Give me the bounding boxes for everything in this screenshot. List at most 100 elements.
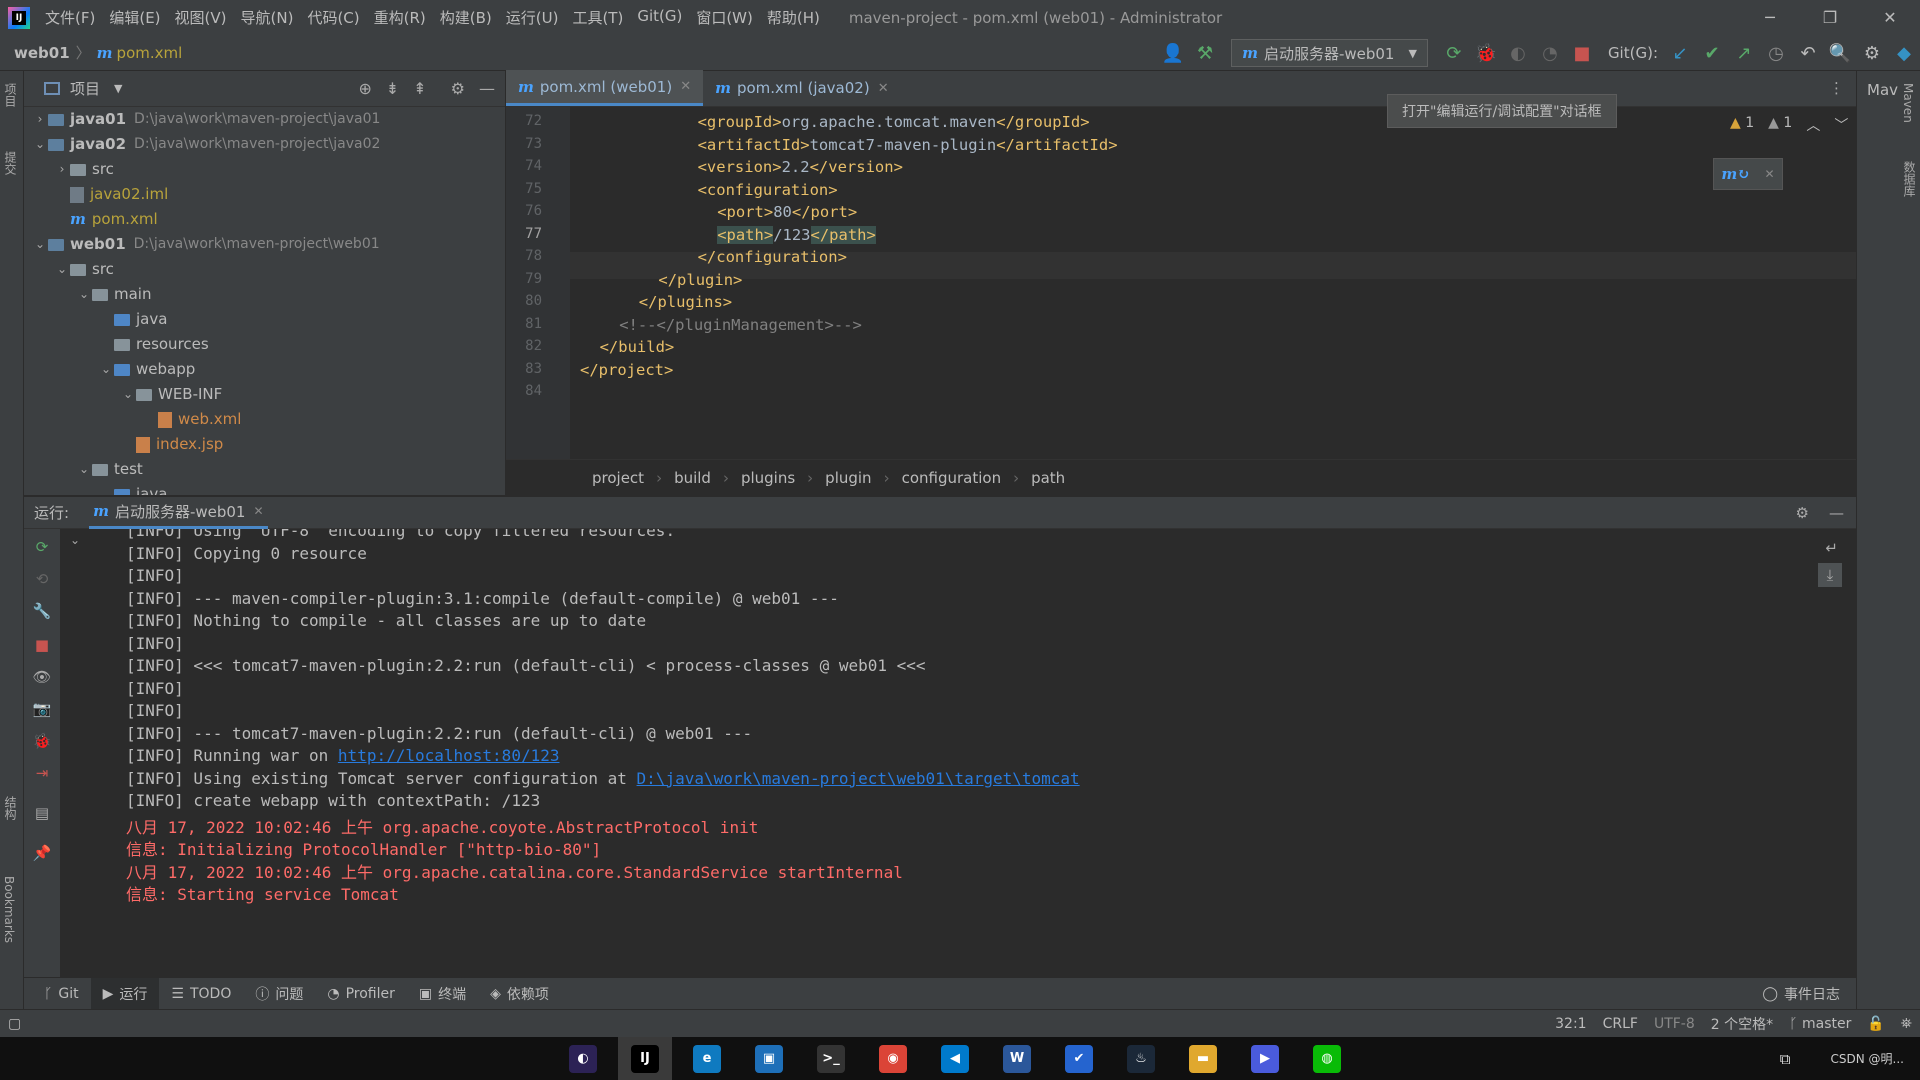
git-rollback-icon[interactable]: ↶: [1792, 35, 1824, 71]
tree-item[interactable]: resources: [24, 332, 505, 357]
maven-reload-icon[interactable]: m↻: [1721, 165, 1749, 183]
tool-window-button[interactable]: ᚴ Git: [32, 978, 91, 1010]
minimize-icon[interactable]: ─: [1740, 8, 1800, 27]
indent-setting[interactable]: 2 个空格*: [1703, 1014, 1781, 1034]
breadcrumb-item[interactable]: plugin: [825, 469, 871, 487]
rerun-icon[interactable]: ⟳: [1438, 35, 1470, 71]
tool-structure[interactable]: 结构: [2, 796, 19, 820]
project-panel-title[interactable]: 项目: [70, 78, 100, 99]
close-tab-icon[interactable]: ✕: [878, 81, 889, 96]
maven-reload-popup[interactable]: m↻ ✕: [1713, 158, 1783, 190]
breadcrumb-item[interactable]: path: [1031, 469, 1065, 487]
console-link[interactable]: D:\java\work\maven-project\web01\target\…: [637, 769, 1080, 788]
hide-panel-icon[interactable]: —: [1829, 504, 1844, 522]
menu-item[interactable]: 代码(C): [300, 7, 366, 28]
taskbar-app-terminal[interactable]: >_: [804, 1037, 858, 1080]
tool-project[interactable]: 项目: [2, 83, 19, 107]
build-hammer-icon[interactable]: ⚒: [1189, 35, 1221, 71]
chevron-down-icon[interactable]: ⌄: [32, 232, 48, 257]
tree-item[interactable]: › java01 D:\java\work\maven-project\java01: [24, 107, 505, 132]
task-view-icon[interactable]: ⧉: [1780, 1050, 1791, 1068]
tool-window-button[interactable]: ⓘ 问题: [243, 978, 315, 1010]
scroll-to-end-icon[interactable]: ⤓: [1818, 563, 1842, 587]
taskbar-app-word[interactable]: W: [990, 1037, 1044, 1080]
taskbar-app-steam[interactable]: ♨: [1114, 1037, 1168, 1080]
tree-item[interactable]: ⌄ web01 D:\java\work\maven-project\web01: [24, 232, 505, 257]
taskbar-app-intellij[interactable]: IJ: [618, 1037, 672, 1080]
file-encoding[interactable]: UTF-8: [1646, 1016, 1703, 1032]
tool-window-button[interactable]: ☰ TODO: [159, 978, 243, 1010]
lock-icon[interactable]: 🔓: [1859, 1016, 1892, 1032]
run-config-selector[interactable]: m 启动服务器-web01 ▼: [1231, 39, 1428, 67]
taskbar-app-media[interactable]: ▶: [1238, 1037, 1292, 1080]
debug-bug-icon[interactable]: 🐞: [1470, 35, 1502, 71]
more-options-icon[interactable]: ⋮: [1829, 79, 1844, 97]
chevron-right-icon[interactable]: ›: [54, 157, 70, 182]
tree-item[interactable]: ⌄ src: [24, 257, 505, 282]
run-tab[interactable]: m 启动服务器-web01 ✕: [89, 497, 268, 529]
close-tab-icon[interactable]: ✕: [680, 79, 691, 94]
close-window-icon[interactable]: ✕: [1860, 8, 1920, 27]
menu-item[interactable]: 视图(V): [168, 7, 234, 28]
tree-item[interactable]: ⌄ WEB-INF: [24, 382, 505, 407]
gear-icon[interactable]: ⚙: [451, 79, 465, 98]
tool-window-button[interactable]: ▶ 运行: [90, 977, 160, 1010]
settings-gear-icon[interactable]: ⚙: [1856, 35, 1888, 71]
taskbar-app-sandbox[interactable]: ▣: [742, 1037, 796, 1080]
hide-panel-icon[interactable]: —: [479, 79, 495, 98]
close-icon[interactable]: ✕: [1765, 167, 1775, 181]
chevron-down-icon[interactable]: ▼: [114, 82, 122, 95]
tree-item[interactable]: java: [24, 307, 505, 332]
git-history-icon[interactable]: ◷: [1760, 35, 1792, 71]
next-highlight-icon[interactable]: ﹀: [1834, 115, 1848, 135]
memory-indicator-icon[interactable]: ⛯: [1893, 1016, 1920, 1032]
close-icon[interactable]: ✕: [253, 504, 263, 518]
menu-item[interactable]: 工具(T): [565, 7, 630, 28]
expand-tree-icon[interactable]: ⌄: [70, 533, 80, 547]
user-icon[interactable]: 👤: [1157, 35, 1189, 71]
breadcrumb-root[interactable]: web01: [14, 44, 70, 62]
tree-item[interactable]: java: [24, 482, 505, 495]
chevron-down-icon[interactable]: ⌄: [76, 457, 92, 482]
taskbar-app-edge[interactable]: e: [680, 1037, 734, 1080]
taskbar-app-explorer[interactable]: ▬: [1176, 1037, 1230, 1080]
tool-maven[interactable]: Maven: [1901, 83, 1915, 123]
gear-icon[interactable]: ⚙: [1796, 504, 1809, 522]
tree-item[interactable]: index.jsp: [24, 432, 505, 457]
menu-item[interactable]: 构建(B): [433, 7, 499, 28]
locate-icon[interactable]: ⊕: [358, 79, 371, 98]
line-separator[interactable]: CRLF: [1595, 1016, 1646, 1032]
coverage-icon[interactable]: ◐: [1502, 35, 1534, 71]
inspection-widget[interactable]: ▲ 1 ▲ 1 ︿ ﹀: [1730, 115, 1848, 135]
search-icon[interactable]: 🔍: [1824, 35, 1856, 71]
menu-item[interactable]: 导航(N): [234, 7, 301, 28]
stop-icon[interactable]: ■: [1566, 35, 1598, 71]
tool-database[interactable]: 数据库: [1901, 161, 1918, 197]
wrench-icon[interactable]: 🔧: [32, 601, 52, 621]
menu-item[interactable]: Git(G): [630, 7, 689, 28]
debug-icon[interactable]: 🐞: [32, 731, 52, 751]
pin-icon[interactable]: 📌: [32, 843, 52, 863]
tool-bookmarks[interactable]: Bookmarks: [2, 876, 16, 943]
breadcrumb-item[interactable]: build: [674, 469, 711, 487]
chevron-down-icon[interactable]: ⌄: [54, 257, 70, 282]
tree-item[interactable]: ⌄ webapp: [24, 357, 505, 382]
menu-item[interactable]: 编辑(E): [102, 7, 167, 28]
expand-all-icon[interactable]: ⇟: [386, 79, 399, 98]
tool-commit[interactable]: 提交: [2, 151, 19, 175]
menu-item[interactable]: 帮助(H): [760, 7, 827, 28]
breadcrumb-item[interactable]: project: [592, 469, 644, 487]
console-link[interactable]: http://localhost:80/123: [338, 746, 560, 765]
layout-icon[interactable]: ▤: [32, 803, 52, 823]
maven-panel-label[interactable]: Mav: [1867, 81, 1898, 99]
taskbar-app-todo[interactable]: ✔: [1052, 1037, 1106, 1080]
breadcrumb-file[interactable]: pom.xml: [117, 44, 183, 62]
toggle-tool-windows-icon[interactable]: ▢: [8, 1016, 21, 1032]
tree-item[interactable]: ⌄ java02 D:\java\work\maven-project\java02: [24, 132, 505, 157]
editor-tab[interactable]: m pom.xml (web01) ✕: [506, 70, 704, 106]
git-branch[interactable]: ᚴ master: [1781, 1016, 1859, 1032]
tool-window-button[interactable]: ◔ Profiler: [315, 978, 407, 1010]
menu-item[interactable]: 窗口(W): [689, 7, 760, 28]
exit-icon[interactable]: ⇥: [32, 763, 52, 783]
breadcrumb-item[interactable]: configuration: [902, 469, 1002, 487]
